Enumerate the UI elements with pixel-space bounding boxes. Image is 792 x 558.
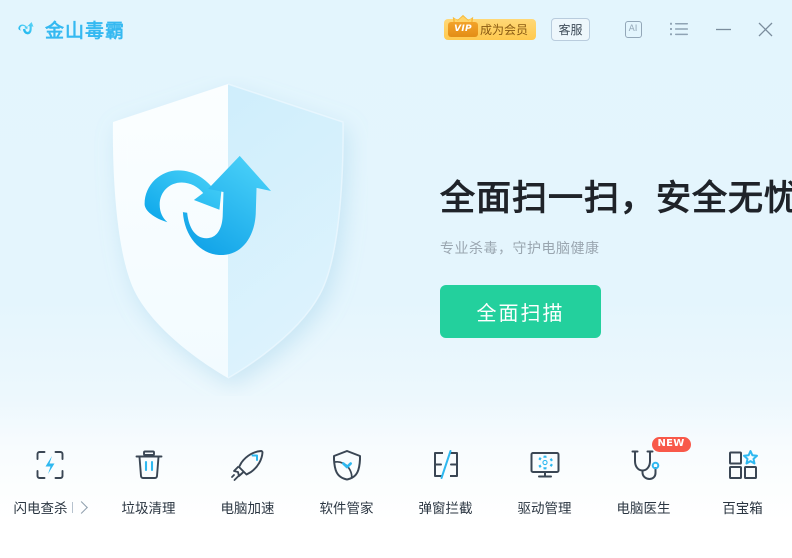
dock-label-driver-manager: 驱动管理 [518,497,572,517]
label-divider [71,501,73,513]
dock-label-popup-block: 弹窗拦截 [419,497,473,517]
chevron-right-icon[interactable] [74,500,88,514]
dock-item-driver-manager[interactable]: 驱动管理 [495,432,594,522]
ai-icon: AI [624,20,642,38]
titlebar-actions: VIP 成为会员 客服 AI [443,14,792,44]
dock-item-popup-block[interactable]: 弹窗拦截 [396,432,495,522]
dock-item-software-manager[interactable]: 软件管家 [297,432,396,522]
shield-illustration [88,76,368,396]
dock-label-text: 弹窗拦截 [418,501,473,517]
page-subtitle: 专业杀毒，守护电脑健康 [440,241,600,257]
kingsoft-antivirus-window: 金山毒霸 VIP 成为会员 客服 AI 全面扫一扫，安全无忧 专业杀毒，守护电脑… [0,0,792,558]
dock-item-flash-scan[interactable]: 闪电查杀 [0,432,99,522]
title-bar: 金山毒霸 VIP 成为会员 客服 AI [0,0,792,58]
vip-badge: VIP [447,21,478,37]
new-badge: NEW [651,437,691,452]
dock-item-junk-clean[interactable]: 垃圾清理 [99,432,198,522]
dock-label-text: 软件管家 [319,501,374,517]
shield-check-icon [325,444,369,486]
rocket-icon [226,444,270,486]
customer-service-label: 客服 [558,22,583,37]
popup-block-icon [424,444,468,486]
dock-label-text: 驱动管理 [517,501,572,517]
hero-copy: 全面扫一扫，安全无忧 专业杀毒，守护电脑健康 全面扫描 [440,170,792,338]
customer-service-button[interactable]: 客服 [551,17,590,41]
monitor-gear-icon [523,444,567,486]
become-member-label: 成为会员 [479,22,528,37]
close-icon [758,22,772,36]
ai-assistant-button[interactable]: AI [618,14,648,44]
dock-label-pc-boost: 电脑加速 [221,497,275,517]
toolbox-grid-star-icon [721,444,765,486]
dock-label-software-manager: 软件管家 [320,497,374,517]
brand-logo: 金山毒霸 [16,16,125,43]
minimize-icon [715,28,731,30]
dock-label-junk-clean: 垃圾清理 [122,497,176,517]
dock-label-text: 百宝箱 [722,501,763,517]
vip-badge-label: VIP [454,24,472,34]
lightning-bolt-hexagon-icon [28,444,72,486]
main-menu-button[interactable] [664,14,694,44]
brand-name: 金山毒霸 [45,19,126,42]
shield-with-swoosh-icon [112,83,344,379]
dock-label-flash-scan: 闪电查杀 [13,497,88,517]
become-member-button[interactable]: VIP 成为会员 [443,14,536,40]
dock-label-text: 垃圾清理 [121,501,176,517]
feature-dock: 闪电查杀 垃圾清理 电脑加速 软件管家 弹窗拦截 驱动管理 NEW 电脑医生 百… [0,432,792,558]
list-menu-icon [670,22,688,36]
page-title: 全面扫一扫，安全无忧 [440,179,792,219]
hero-section: 全面扫一扫，安全无忧 专业杀毒，守护电脑健康 全面扫描 [0,58,792,430]
dock-label-pc-doctor: 电脑医生 [617,497,671,517]
dock-label-text: 电脑加速 [220,501,275,517]
minimize-button[interactable] [708,14,738,44]
ai-icon-label: AI [628,23,638,34]
dock-label-text: 闪电查杀 [13,501,68,517]
full-scan-button[interactable]: 全面扫描 [440,285,601,338]
trash-bin-icon [127,444,171,486]
dock-label-toolbox: 百宝箱 [722,497,763,517]
dock-label-text: 电脑医生 [616,501,671,517]
dock-item-pc-doctor[interactable]: NEW 电脑医生 [594,432,693,522]
close-button[interactable] [750,14,780,44]
dock-item-toolbox[interactable]: 百宝箱 [693,432,792,522]
dock-item-pc-boost[interactable]: 电脑加速 [198,432,297,522]
swoosh-arrow-logo-icon [18,22,34,35]
